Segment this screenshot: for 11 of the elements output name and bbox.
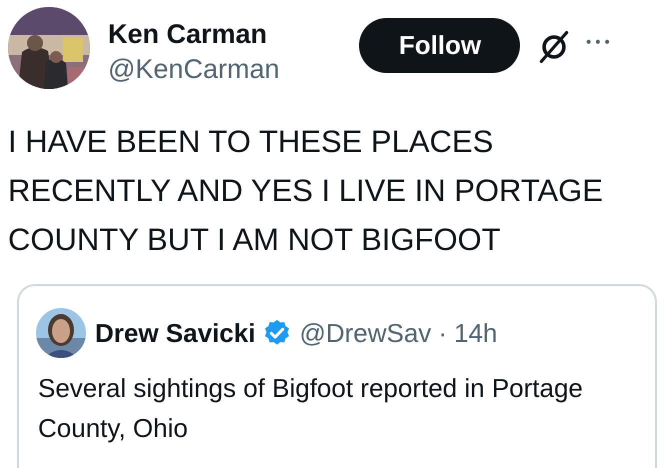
quoted-post-text: Several sightings of Bigfoot reported in Portage County, Ohio <box>38 372 584 445</box>
more-button[interactable]: ••• <box>584 33 612 53</box>
post-time: 14h <box>454 318 498 348</box>
separator-dot: · <box>438 318 447 348</box>
quoted-author-name: Drew Savicki <box>95 318 256 348</box>
quoted-post-card[interactable]: Drew Savicki @DrewSav · 14h Several sightings of Bigfoot reported in Portage County, Ohio <box>17 284 657 468</box>
follow-button[interactable]: Follow <box>359 18 520 73</box>
author-name: Ken Carman <box>108 18 268 51</box>
quoted-author-handle: @DrewSav <box>299 318 432 348</box>
author-handle: @KenCarman <box>108 53 280 86</box>
post-text: I HAVE BEEN TO THESE PLACES RECENTLY AND YES I LIVE IN PORTAGE COUNTY BUT I AM NOT BIGFOOT <box>8 123 604 259</box>
